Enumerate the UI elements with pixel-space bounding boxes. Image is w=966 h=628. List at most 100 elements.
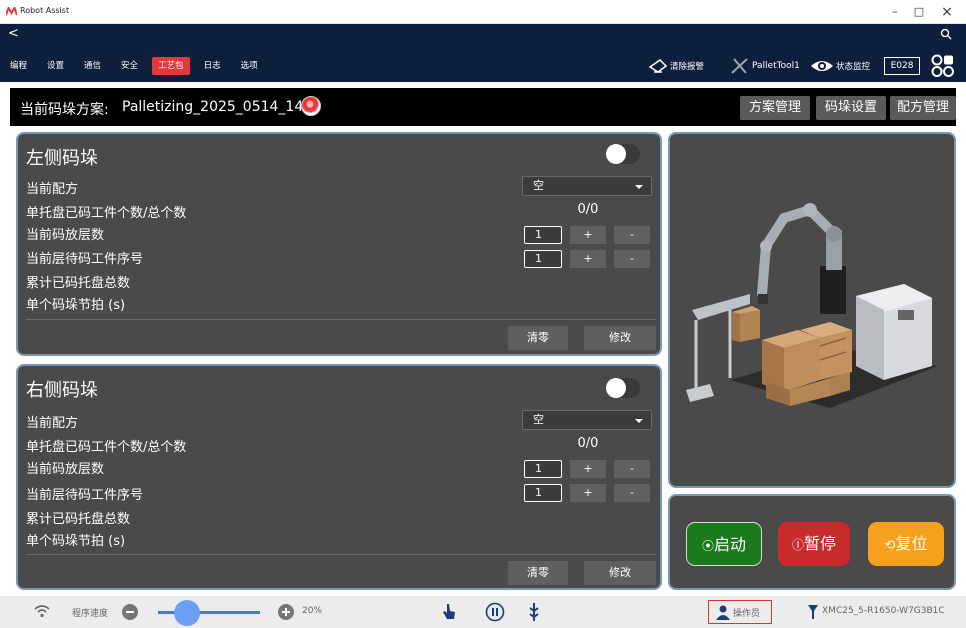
- start-button[interactable]: ⦿启动: [686, 522, 762, 566]
- enable-icon[interactable]: [528, 602, 540, 622]
- left-index-input[interactable]: 1: [524, 250, 562, 268]
- right-layer-input[interactable]: 1: [524, 460, 562, 478]
- top-navigation: < 编程 设置 通信 安全 工艺包 日志 选项 清除报警 PalletTool1…: [0, 24, 966, 82]
- reset-icon: ⟲: [884, 538, 896, 553]
- left-clear-button[interactable]: 清零: [508, 326, 568, 350]
- row-label-count: 单托盘已码工件个数/总个数: [26, 206, 187, 221]
- row-label-total-pallets: 累计已码托盘总数: [26, 512, 131, 527]
- robot-assist-logo-icon: [6, 7, 17, 16]
- right-index-input[interactable]: 1: [524, 484, 562, 502]
- right-modify-button[interactable]: 修改: [584, 561, 656, 585]
- chevron-down-icon: [635, 185, 643, 189]
- left-recipe-select[interactable]: 空: [522, 176, 652, 196]
- palletizing-scheme-bar: 当前码垛方案: Palletizing_2025_0514_1442 方案管理 …: [10, 88, 956, 126]
- palletizing-robot-illustration: [686, 203, 938, 408]
- controller-icon: [808, 605, 818, 619]
- scheme-management-button[interactable]: 方案管理: [740, 96, 810, 120]
- right-index-minus-button[interactable]: -: [614, 484, 650, 502]
- pause-circle-icon: Ⓘ: [791, 538, 804, 552]
- clear-alarm-icon: [648, 59, 668, 73]
- speed-slider-handle[interactable]: [174, 600, 200, 626]
- status-bar: 程序速度 20% 操作员 XMC25_5-R1650-W7G3B1C: [0, 596, 966, 628]
- left-layer-input[interactable]: 1: [524, 226, 562, 244]
- status-indicator-light: [301, 96, 321, 116]
- clear-alarm-button[interactable]: 清除报警: [648, 57, 704, 75]
- row-label-recipe: 当前配方: [26, 182, 79, 197]
- right-recipe-select[interactable]: 空: [522, 410, 652, 430]
- plus-icon[interactable]: [278, 604, 294, 620]
- tool-name: PalletTool1: [752, 61, 800, 71]
- right-layer-minus-button[interactable]: -: [614, 460, 650, 478]
- scheme-name: Palletizing_2025_0514_1442: [122, 99, 322, 115]
- right-clear-button[interactable]: 清零: [508, 561, 568, 585]
- right-layer-plus-button[interactable]: +: [570, 460, 606, 478]
- right-enable-toggle[interactable]: [606, 378, 640, 398]
- palletizing-settings-button[interactable]: 码垛设置: [816, 96, 886, 120]
- menu-programming[interactable]: 编程: [4, 57, 33, 75]
- pause-label: 暂停: [804, 534, 837, 553]
- wifi-icon: [34, 605, 50, 618]
- close-button[interactable]: ×: [936, 4, 958, 20]
- tool-icon: [731, 58, 748, 74]
- right-palletizing-panel: 右侧码垛 当前配方 单托盘已码工件个数/总个数 当前码放层数 当前层待码工件序号…: [16, 364, 662, 590]
- tool-selector[interactable]: PalletTool1: [730, 57, 800, 75]
- window-title: Robot Assist: [20, 6, 70, 15]
- window-titlebar: Robot Assist – □ ×: [0, 0, 966, 24]
- hand-icon[interactable]: [442, 603, 456, 621]
- row-label-total-pallets: 累计已码托盘总数: [26, 276, 131, 291]
- left-modify-button[interactable]: 修改: [584, 326, 656, 350]
- search-icon[interactable]: [940, 28, 952, 40]
- status-monitor-button[interactable]: 状态监控: [810, 57, 870, 75]
- start-label: 启动: [714, 535, 747, 554]
- pause-button[interactable]: Ⓘ暂停: [778, 522, 850, 566]
- back-button[interactable]: <: [8, 26, 19, 41]
- menu-options[interactable]: 选项: [235, 57, 264, 75]
- clear-alarm-label: 清除报警: [670, 62, 705, 72]
- menu-communication[interactable]: 通信: [78, 57, 107, 75]
- controller-id: XMC25_5-R1650-W7G3B1C: [822, 606, 945, 616]
- pause-circle-icon[interactable]: [485, 602, 505, 622]
- recipe-value: 空: [533, 179, 544, 192]
- menu-log[interactable]: 日志: [198, 57, 227, 75]
- row-label-cycle-time: 单个码垛节拍 (s): [26, 534, 126, 549]
- reset-button[interactable]: ⟲复位: [868, 522, 944, 566]
- panel-divider: [26, 319, 656, 320]
- minimize-button[interactable]: –: [884, 4, 906, 20]
- robot-assist-app: Robot Assist – □ × < 编程 设置 通信 安全 工艺包 日志 …: [0, 0, 966, 628]
- toggle-knob: [606, 144, 626, 164]
- menu-process-package[interactable]: 工艺包: [152, 57, 190, 75]
- row-label-layer: 当前码放层数: [26, 462, 105, 477]
- left-layer-plus-button[interactable]: +: [570, 226, 606, 244]
- user-role-button[interactable]: 操作员: [708, 600, 772, 624]
- scheme-label: 当前码垛方案:: [20, 102, 109, 118]
- run-control-panel: ⦿启动 Ⓘ暂停 ⟲复位: [668, 494, 956, 590]
- main-menu: 编程 设置 通信 安全 工艺包 日志 选项: [4, 57, 272, 75]
- menu-safety[interactable]: 安全: [115, 57, 144, 75]
- program-speed-label: 程序速度: [72, 609, 109, 619]
- recipe-management-button[interactable]: 配方管理: [890, 96, 956, 120]
- minus-icon[interactable]: [122, 604, 138, 620]
- row-label-index: 当前层待码工件序号: [26, 252, 144, 267]
- status-monitor-label: 状态监控: [836, 62, 871, 72]
- menu-settings[interactable]: 设置: [41, 57, 70, 75]
- left-palletizing-panel: 左侧码垛 当前配方 单托盘已码工件个数/总个数 当前码放层数 当前层待码工件序号…: [16, 132, 662, 356]
- reset-label: 复位: [895, 534, 928, 553]
- left-index-minus-button[interactable]: -: [614, 250, 650, 268]
- play-circle-icon: ⦿: [701, 539, 714, 553]
- row-label-recipe: 当前配方: [26, 416, 79, 431]
- right-piece-count: 0/0: [577, 436, 599, 451]
- right-index-plus-button[interactable]: +: [570, 484, 606, 502]
- panel-divider: [26, 554, 656, 555]
- row-label-index: 当前层待码工件序号: [26, 488, 144, 503]
- left-index-plus-button[interactable]: +: [570, 250, 606, 268]
- error-code-badge[interactable]: E028: [884, 57, 920, 75]
- robot-cell-preview: [668, 132, 956, 488]
- left-layer-minus-button[interactable]: -: [614, 226, 650, 244]
- panel-title: 左侧码垛: [26, 148, 98, 169]
- left-enable-toggle[interactable]: [606, 144, 640, 164]
- settings-icon[interactable]: [930, 54, 956, 78]
- user-role-label: 操作员: [733, 609, 761, 619]
- eye-icon: [811, 61, 833, 71]
- maximize-button[interactable]: □: [908, 4, 930, 20]
- row-label-cycle-time: 单个码垛节拍 (s): [26, 298, 126, 313]
